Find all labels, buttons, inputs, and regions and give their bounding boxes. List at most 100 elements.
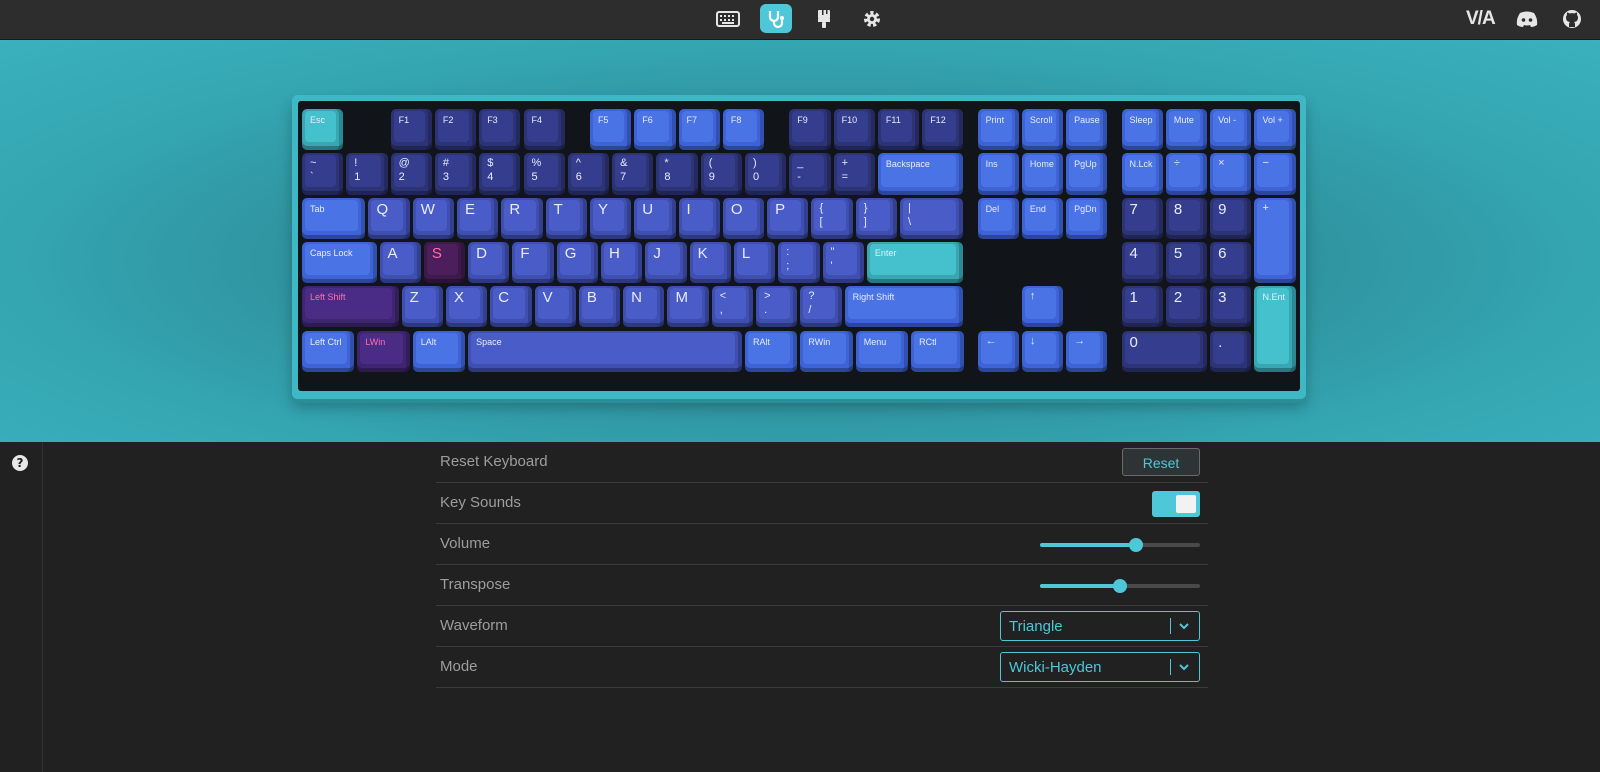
key-print[interactable]: Print [977, 109, 1019, 151]
key-f8[interactable]: F8 [722, 109, 765, 151]
transpose-slider[interactable] [1040, 579, 1200, 593]
key-equal[interactable]: + = [833, 153, 875, 195]
key-w[interactable]: W [412, 197, 455, 239]
key-rbrace[interactable]: } ] [855, 197, 898, 239]
key-p[interactable]: P [767, 197, 809, 239]
key-ralt[interactable]: RAlt [745, 330, 798, 372]
key-lalt[interactable]: LAlt [412, 330, 466, 372]
key-s[interactable]: S [423, 241, 466, 284]
key-sleep[interactable]: Sleep [1121, 109, 1163, 151]
key-k[interactable]: K [689, 241, 731, 284]
key-right[interactable]: → [1066, 330, 1108, 372]
volume-slider[interactable] [1040, 538, 1200, 552]
key-home[interactable]: Home [1021, 153, 1064, 195]
settings-tab[interactable] [856, 4, 888, 33]
key-f[interactable]: F [512, 241, 554, 284]
waveform-select[interactable]: Triangle [1000, 611, 1200, 641]
key-grave[interactable]: ~ ` [302, 153, 344, 195]
keyboard-tab[interactable] [712, 4, 744, 33]
key-i[interactable]: I [678, 197, 720, 239]
key-tab[interactable]: Tab [302, 197, 366, 239]
key-pgup[interactable]: PgUp [1066, 153, 1108, 195]
key-kpdiv[interactable]: ÷ [1165, 153, 1208, 195]
key-f6[interactable]: F6 [634, 109, 676, 151]
key-kpplus[interactable]: + [1254, 197, 1296, 284]
key-bslash[interactable]: | \ [900, 197, 964, 239]
key-n5[interactable]: % 5 [523, 153, 565, 195]
key-l[interactable]: L [733, 241, 776, 284]
volume-slider-thumb[interactable] [1129, 538, 1143, 552]
key-kp5[interactable]: 5 [1165, 241, 1208, 284]
key-h[interactable]: H [601, 241, 643, 284]
key-left[interactable]: ← [977, 330, 1019, 372]
design-tab[interactable] [808, 4, 840, 33]
key-voldown[interactable]: Vol - [1210, 109, 1252, 151]
key-kp1[interactable]: 1 [1121, 286, 1163, 328]
key-kpdot[interactable]: . [1210, 330, 1252, 372]
key-f7[interactable]: F7 [678, 109, 720, 151]
key-quote[interactable]: " ' [822, 241, 864, 284]
transpose-slider-thumb[interactable] [1113, 579, 1127, 593]
key-enter[interactable]: Enter [866, 241, 964, 284]
help-icon[interactable]: ? [12, 455, 28, 471]
mode-select[interactable]: Wicki-Hayden [1000, 652, 1200, 682]
key-lbrace[interactable]: { [ [811, 197, 853, 239]
key-kp9[interactable]: 9 [1210, 197, 1252, 239]
key-minus[interactable]: _ - [789, 153, 831, 195]
key-f2[interactable]: F2 [434, 109, 477, 151]
key-ins[interactable]: Ins [977, 153, 1019, 195]
key-y[interactable]: Y [589, 197, 632, 239]
key-n9[interactable]: ( 9 [700, 153, 742, 195]
key-kpenter[interactable]: N.Ent [1254, 286, 1296, 372]
key-kp7[interactable]: 7 [1121, 197, 1163, 239]
key-comma[interactable]: < , [711, 286, 754, 328]
via-logo[interactable]: V/A [1466, 7, 1496, 31]
key-kp0[interactable]: 0 [1121, 330, 1208, 372]
key-f12[interactable]: F12 [922, 109, 964, 151]
key-f1[interactable]: F1 [390, 109, 432, 151]
key-esc[interactable]: Esc [302, 109, 344, 151]
key-m[interactable]: M [667, 286, 709, 328]
key-f4[interactable]: F4 [523, 109, 565, 151]
key-v[interactable]: V [534, 286, 576, 328]
key-f5[interactable]: F5 [589, 109, 632, 151]
key-g[interactable]: G [556, 241, 599, 284]
key-kpmul[interactable]: × [1210, 153, 1252, 195]
key-d[interactable]: D [468, 241, 510, 284]
key-up[interactable]: ↑ [1021, 286, 1064, 328]
key-c[interactable]: C [490, 286, 532, 328]
key-kpminus[interactable]: − [1254, 153, 1296, 195]
key-j[interactable]: J [645, 241, 687, 284]
key-n1[interactable]: ! 1 [346, 153, 388, 195]
key-backspace[interactable]: Backspace [877, 153, 964, 195]
key-pgdn[interactable]: PgDn [1066, 197, 1108, 239]
key-rshift[interactable]: Right Shift [844, 286, 964, 328]
key-end[interactable]: End [1021, 197, 1064, 239]
test-tab[interactable] [760, 4, 792, 33]
key-kp3[interactable]: 3 [1210, 286, 1252, 328]
key-sounds-toggle[interactable] [1152, 491, 1200, 517]
key-f3[interactable]: F3 [479, 109, 521, 151]
key-scroll[interactable]: Scroll [1021, 109, 1064, 151]
key-f9[interactable]: F9 [789, 109, 831, 151]
key-r[interactable]: R [501, 197, 543, 239]
key-lctrl[interactable]: Left Ctrl [302, 330, 355, 372]
key-x[interactable]: X [445, 286, 488, 328]
key-down[interactable]: ↓ [1021, 330, 1064, 372]
key-n4[interactable]: $ 4 [479, 153, 521, 195]
key-lwin[interactable]: LWin [357, 330, 410, 372]
github-link[interactable] [1562, 7, 1582, 31]
key-n0[interactable]: ) 0 [745, 153, 787, 195]
key-del[interactable]: Del [977, 197, 1019, 239]
key-f11[interactable]: F11 [877, 109, 920, 151]
key-semi[interactable]: : ; [778, 241, 820, 284]
key-kp4[interactable]: 4 [1121, 241, 1163, 284]
key-n3[interactable]: # 3 [434, 153, 477, 195]
key-n7[interactable]: & 7 [612, 153, 654, 195]
key-e[interactable]: E [457, 197, 499, 239]
key-rctl[interactable]: RCtl [911, 330, 964, 372]
key-kp8[interactable]: 8 [1165, 197, 1208, 239]
key-u[interactable]: U [634, 197, 676, 239]
key-z[interactable]: Z [401, 286, 443, 328]
reset-button[interactable]: Reset [1122, 448, 1200, 476]
